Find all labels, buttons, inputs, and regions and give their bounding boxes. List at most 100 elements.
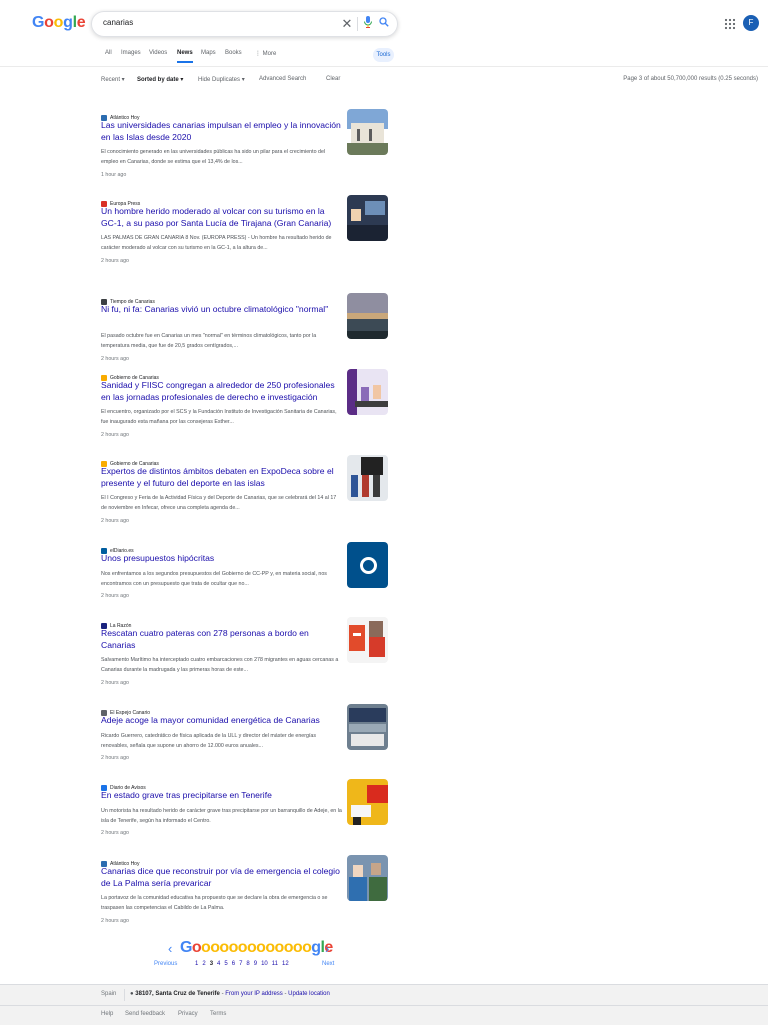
page-number-link[interactable]: 4 — [217, 961, 220, 967]
from-ip-link[interactable]: From your IP address — [225, 991, 283, 997]
news-snippet: Nos enfrentamos a los segundos presupues… — [101, 570, 327, 587]
news-timestamp: 2 hours ago — [101, 830, 129, 837]
tab-maps[interactable]: Maps — [201, 50, 216, 56]
news-snippet: El pasado octubre fue en Canarias un mes… — [101, 333, 317, 350]
pagination-logo-letter: o — [292, 939, 303, 956]
footer-link-send-feedback[interactable]: Send feedback — [125, 1011, 165, 1017]
page-number-link[interactable]: 5 — [224, 961, 227, 967]
news-snippet: Un motorista ha resultado herido de cará… — [101, 807, 342, 824]
news-title-link[interactable]: Adeje acoge la mayor comunidad energétic… — [101, 715, 341, 727]
page-number-link[interactable]: 9 — [254, 961, 257, 967]
news-timestamp: 2 hours ago — [101, 431, 129, 438]
news-title-link[interactable]: Ni fu, ni fa: Canarias vivió un octubre … — [101, 304, 341, 316]
news-timestamp: 2 hours ago — [101, 517, 129, 524]
news-thumbnail[interactable] — [347, 455, 388, 501]
page-number-link[interactable]: 10 — [261, 961, 268, 967]
recent-filter[interactable]: Recent ▾ — [101, 76, 125, 83]
news-title-link[interactable]: Expertos de distintos ámbitos debaten en… — [101, 466, 341, 489]
footer-separator — [124, 989, 125, 1001]
news-thumbnail[interactable] — [347, 542, 388, 588]
news-title-link[interactable]: En estado grave tras precipitarse en Ten… — [101, 790, 341, 802]
news-timestamp: 2 hours ago — [101, 679, 129, 686]
news-source[interactable]: Gobierno de Canarias — [101, 369, 159, 381]
news-thumbnail[interactable] — [347, 617, 388, 663]
news-timestamp: 2 hours ago — [101, 257, 129, 264]
news-thumbnail[interactable] — [347, 109, 388, 155]
pagination-logo-letter: o — [265, 939, 275, 956]
search-box[interactable]: canarias ✕ — [91, 11, 398, 37]
search-icon[interactable] — [377, 16, 391, 32]
news-thumbnail[interactable] — [347, 293, 388, 339]
microphone-icon[interactable] — [361, 16, 375, 32]
tab-news[interactable]: News — [177, 50, 193, 63]
news-source[interactable]: Europa Press — [101, 195, 140, 207]
next-arrow-icon[interactable]: › — [325, 941, 329, 956]
footer-link-privacy[interactable]: Privacy — [178, 1011, 198, 1017]
news-thumbnail[interactable] — [347, 195, 388, 241]
footer-location: ● 38107, Santa Cruz de Tenerife - From y… — [130, 991, 330, 997]
news-source[interactable]: Gobierno de Canarias — [101, 455, 159, 467]
footer-link-terms[interactable]: Terms — [210, 1011, 226, 1017]
news-thumbnail[interactable] — [347, 855, 388, 901]
pagination-logo-letter: o — [246, 939, 257, 956]
clear-icon[interactable]: ✕ — [340, 16, 354, 32]
logo-letter: G — [32, 14, 45, 31]
news-title-link[interactable]: Un hombre herido moderado al volcar con … — [101, 206, 341, 229]
news-thumbnail[interactable] — [347, 704, 388, 750]
news-source[interactable]: El Espejo Canario — [101, 704, 150, 716]
news-source[interactable]: Atlántico Hoy — [101, 109, 139, 121]
page-number-link[interactable]: 8 — [246, 961, 249, 967]
news-timestamp: 2 hours ago — [101, 593, 129, 600]
news-thumbnail[interactable] — [347, 369, 388, 415]
page-number-link[interactable]: 12 — [282, 961, 289, 967]
news-title-link[interactable]: Las universidades canarias impulsan el e… — [101, 120, 341, 143]
tab-images[interactable]: Images — [121, 50, 141, 56]
news-title-link[interactable]: Rescatan cuatro pateras con 278 personas… — [101, 628, 341, 651]
previous-page-link[interactable]: Previous — [154, 961, 177, 967]
logo-letter: o — [53, 14, 64, 31]
page-number-link[interactable]: 3 — [210, 961, 213, 967]
page-number-link[interactable]: 7 — [239, 961, 242, 967]
news-timestamp: 2 hours ago — [101, 355, 129, 362]
search-divider — [357, 17, 358, 31]
news-title-link[interactable]: Sanidad y FIISC congregan a alrededor de… — [101, 380, 341, 403]
tab-videos[interactable]: Videos — [149, 50, 167, 56]
pagination-logo: Gooooooooooooogle — [180, 939, 333, 957]
advanced-search-link[interactable]: Advanced Search — [259, 76, 306, 82]
page-number-link[interactable]: 2 — [202, 961, 205, 967]
news-thumbnail[interactable] — [347, 779, 388, 825]
clear-filters-link[interactable]: Clear — [326, 76, 340, 82]
tab-all[interactable]: All — [105, 50, 112, 56]
news-source[interactable]: elDiario.es — [101, 542, 134, 554]
news-source[interactable]: Diario de Avisos — [101, 779, 146, 791]
page-number-link[interactable]: 6 — [232, 961, 235, 967]
news-snippet: El I Congreso y Feria de la Actividad Fí… — [101, 495, 337, 512]
next-page-link[interactable]: Next — [322, 961, 334, 967]
tools-button[interactable]: Tools — [373, 48, 394, 62]
previous-arrow-icon[interactable]: ‹ — [168, 941, 172, 956]
pagination-logo-letter: o — [191, 939, 202, 956]
news-snippet: Salvamento Marítimo ha interceptado cuat… — [101, 657, 339, 674]
news-title-link[interactable]: Unos presupuestos hipócritas — [101, 553, 341, 565]
news-source[interactable]: Tiempo de Canarias — [101, 293, 155, 305]
account-avatar[interactable]: F — [743, 15, 759, 31]
search-input[interactable]: canarias — [103, 18, 133, 27]
sorted-by-date-filter[interactable]: Sorted by date ▾ — [137, 76, 183, 83]
hide-duplicates-filter[interactable]: Hide Duplicates ▾ — [198, 76, 245, 83]
footer-link-help[interactable]: Help — [101, 1011, 113, 1017]
tab-more[interactable]: ⋮ More — [255, 50, 276, 57]
page-number-link[interactable]: 1 — [195, 961, 198, 967]
pagination-logo-letter: o — [201, 939, 211, 956]
news-snippet: Ricardo Guerrero, catedrático de física … — [101, 732, 317, 749]
tab-books[interactable]: Books — [225, 50, 242, 56]
pagination-logo-letter: o — [219, 939, 229, 956]
apps-grid-icon[interactable] — [724, 17, 736, 30]
page-number-link[interactable]: 11 — [272, 961, 278, 967]
pagination-logo-letter: o — [274, 939, 285, 956]
pagination-logo-letter: o — [302, 939, 312, 956]
news-source[interactable]: Atlántico Hoy — [101, 855, 139, 867]
news-source[interactable]: La Razón — [101, 617, 131, 629]
google-logo[interactable]: Google — [32, 14, 86, 32]
update-location-link[interactable]: Update location — [288, 991, 330, 997]
news-title-link[interactable]: Canarias dice que reconstruir por vía de… — [101, 866, 341, 889]
